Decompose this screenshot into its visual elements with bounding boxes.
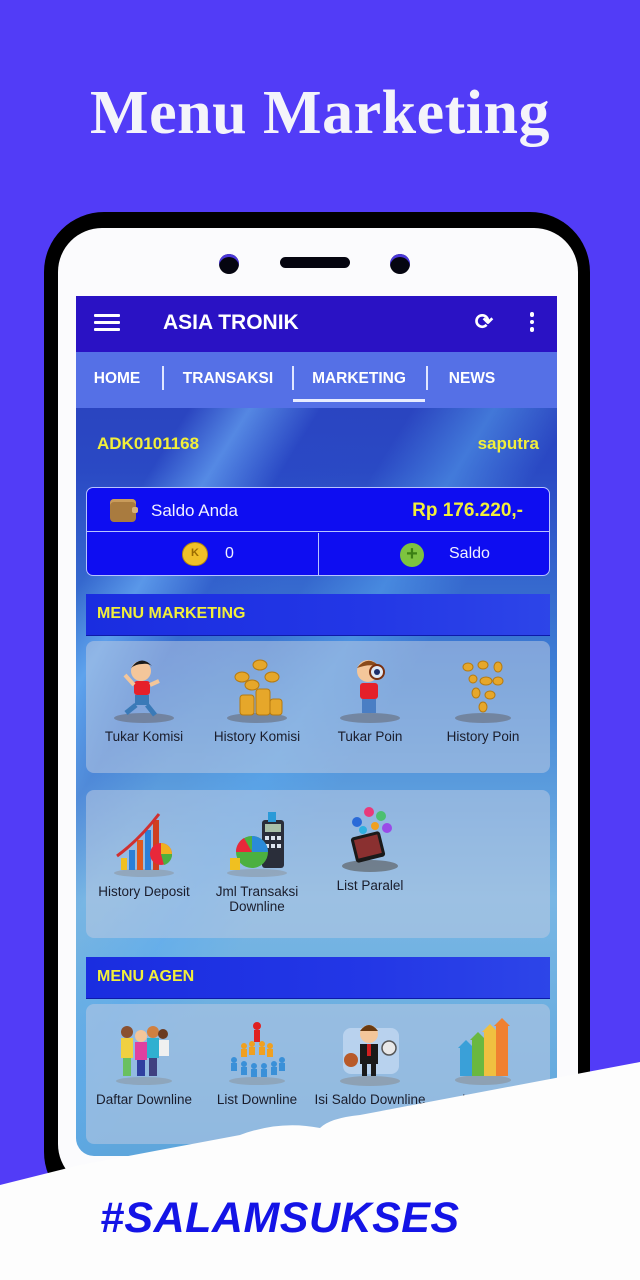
- tab-divider: [162, 366, 164, 390]
- menu-item-label: List Downline: [216, 1092, 298, 1107]
- front-camera-icon: [219, 254, 239, 274]
- coin-bag-icon: K: [182, 542, 208, 566]
- menu-item-label: List Paralel: [336, 878, 404, 893]
- tab-transaksi[interactable]: TRANSAKSI: [176, 352, 280, 408]
- section-title: MENU AGEN: [97, 968, 195, 985]
- menu-item-list-downline[interactable]: List Downline: [201, 1018, 313, 1107]
- staircase-chart-icon: [448, 1018, 518, 1088]
- plus-icon: +: [400, 543, 424, 567]
- coin-points-button[interactable]: K 0: [87, 533, 319, 575]
- menu-marketing-header: MENU MARKETING: [86, 594, 550, 636]
- group-of-people-icon: [109, 1018, 179, 1088]
- tab-divider: [426, 366, 428, 390]
- hamburger-menu-icon[interactable]: [94, 314, 120, 332]
- menu-item-history-komisi[interactable]: History Komisi: [201, 655, 313, 744]
- growth-chart-icon: [109, 810, 179, 880]
- balance-card: Saldo Anda Rp 176.220,- K 0 + Saldo: [86, 487, 550, 576]
- smartphone-apps-icon: [335, 804, 405, 874]
- menu-item-label: Daftar Downline: [95, 1092, 193, 1107]
- calculator-pie-chart-icon: [222, 810, 292, 880]
- coin-pile-icon: [222, 655, 292, 725]
- topup-label: Saldo: [449, 545, 490, 562]
- sensor-icon: [390, 254, 410, 274]
- menu-item-label: Isi Saldo Downline: [314, 1092, 426, 1107]
- menu-item-label: Tukar Poin: [337, 729, 403, 744]
- app-screen: ASIA TRONIK ⟳ HOME TRANSAKSI MARKETING N…: [76, 296, 557, 1156]
- menu-item-label: Jml Transaksi Downline: [215, 884, 299, 914]
- menu-item-list-paralel[interactable]: List Paralel: [314, 804, 426, 893]
- menu-item-daftar-downline[interactable]: Daftar Downline: [88, 1018, 200, 1107]
- tab-home[interactable]: HOME: [84, 352, 150, 408]
- marketing-grid-row1: Tukar Komisi History Komisi Tukar Poin H…: [86, 641, 550, 773]
- network-people-icon: [222, 1018, 292, 1088]
- menu-item-tukar-poin[interactable]: Tukar Poin: [314, 655, 426, 744]
- menu-item-history-poin[interactable]: History Poin: [427, 655, 539, 744]
- balance-label: Saldo Anda: [151, 501, 238, 520]
- refresh-icon[interactable]: ⟳: [472, 310, 496, 334]
- menu-item-label: History Poin: [446, 729, 520, 744]
- scattered-coins-icon: [448, 655, 518, 725]
- coin-count: 0: [225, 545, 234, 562]
- app-title: ASIA TRONIK: [163, 311, 299, 334]
- tab-news[interactable]: NEWS: [440, 352, 504, 408]
- user-name: saputra: [477, 434, 539, 453]
- menu-item-jml-transaksi-downline[interactable]: Jml Transaksi Downline: [201, 810, 313, 914]
- menu-item-label: History Komisi: [213, 729, 301, 744]
- menu-item-tukar-komisi[interactable]: Tukar Komisi: [88, 655, 200, 744]
- earpiece-speaker: [280, 257, 350, 268]
- active-tab-indicator: [293, 399, 425, 402]
- user-id: ADK0101168: [97, 434, 200, 453]
- balance-row: Saldo Anda Rp 176.220,-: [87, 488, 549, 532]
- more-vertical-icon[interactable]: [528, 312, 536, 334]
- topup-saldo-button[interactable]: + Saldo: [320, 533, 549, 575]
- agen-grid: Daftar Downline List Downline Isi Saldo …: [86, 1004, 550, 1144]
- menu-item-history-agen[interactable]: History: [427, 1018, 539, 1107]
- menu-item-label: History: [461, 1092, 504, 1107]
- section-title: MENU MARKETING: [97, 605, 246, 622]
- menu-agen-header: MENU AGEN: [86, 957, 550, 999]
- boy-magnifier-icon: [335, 655, 405, 725]
- boy-running-icon: [109, 655, 179, 725]
- balance-value: Rp 176.220,-: [412, 500, 523, 521]
- menu-item-label: History Deposit: [98, 884, 190, 899]
- app-bar: ASIA TRONIK ⟳: [76, 296, 557, 352]
- promo-slogan: #SALAMSUKSES: [100, 1194, 460, 1242]
- promo-title: Menu Marketing: [90, 79, 550, 147]
- menu-item-label: Tukar Komisi: [104, 729, 184, 744]
- businessman-money-icon: [335, 1018, 405, 1088]
- menu-item-isi-saldo-downline[interactable]: Isi Saldo Downline: [314, 1018, 426, 1107]
- tab-divider: [292, 366, 294, 390]
- wallet-icon: [110, 499, 138, 522]
- menu-item-history-deposit[interactable]: History Deposit: [88, 810, 200, 899]
- marketing-grid-row2: History Deposit Jml Transaksi Downline L…: [86, 790, 550, 938]
